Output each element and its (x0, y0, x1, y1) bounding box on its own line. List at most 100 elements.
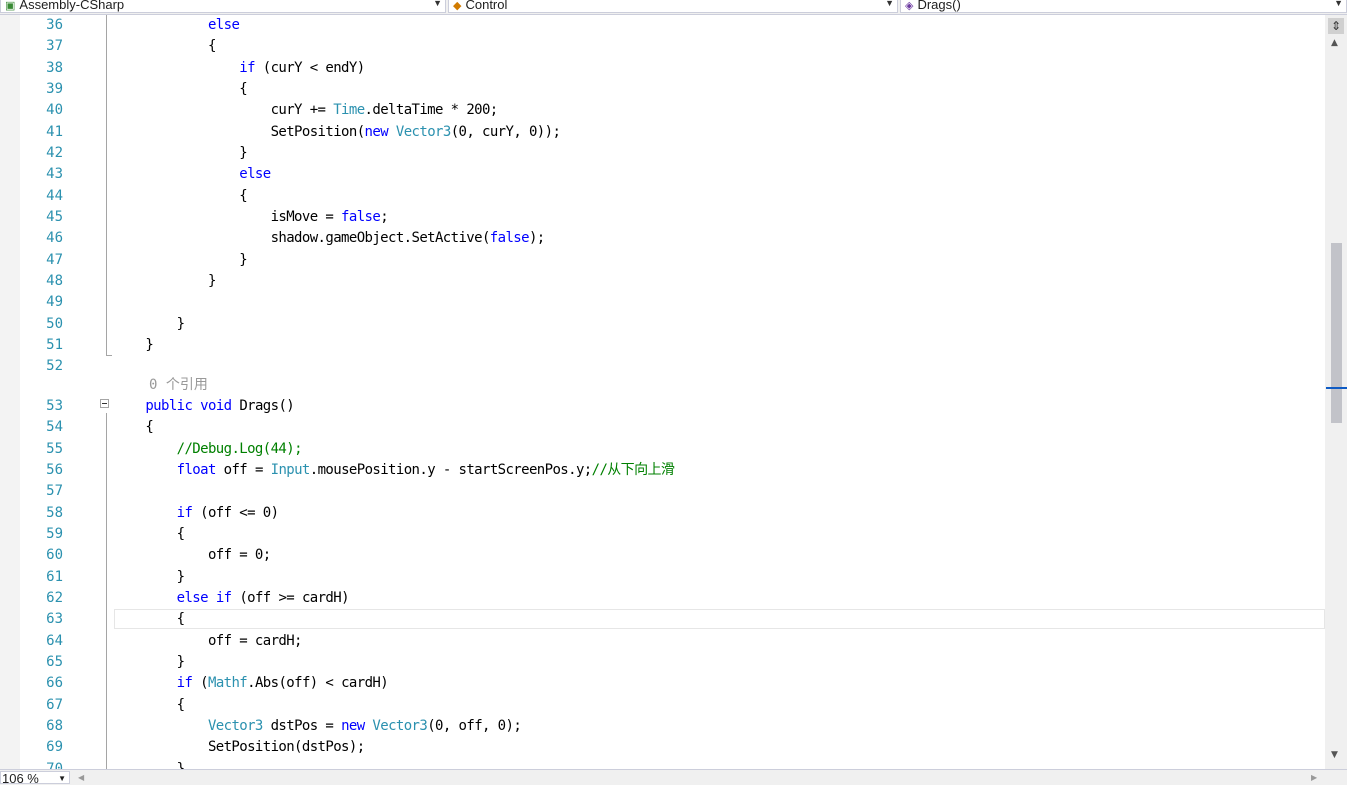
line-number: 52 (46, 358, 63, 375)
line-number: 37 (46, 38, 63, 55)
line-number: 49 (46, 294, 63, 311)
code-line[interactable]: 61 } (0, 567, 1325, 588)
code-token: false (489, 230, 530, 247)
code-line[interactable]: 70 } (0, 759, 1325, 769)
member-dropdown[interactable]: ◈ Drags() ▼ (900, 0, 1347, 13)
code-line[interactable]: 58 if (off <= 0) (0, 503, 1325, 524)
codelens-references[interactable]: 0 个引用 (149, 375, 208, 396)
code-line[interactable]: 62 else if (off >= cardH) (0, 588, 1325, 609)
line-number: 66 (46, 675, 63, 692)
scroll-down-icon[interactable]: ▼ (1331, 750, 1338, 760)
line-number: 55 (46, 440, 63, 457)
code-token: dstPos = (262, 717, 342, 734)
code-line[interactable]: 49 (0, 292, 1325, 313)
code-token: } (114, 272, 216, 289)
line-number: 68 (46, 717, 63, 734)
code-line[interactable]: 48 } (0, 271, 1325, 292)
code-text: curY += Time.deltaTime * 200; (114, 100, 499, 121)
code-token: } (114, 760, 185, 769)
code-line[interactable]: 57 (0, 481, 1325, 502)
code-token: (off <= 0) (192, 504, 279, 521)
code-text: { (114, 36, 216, 57)
code-line[interactable]: 38 if (curY < endY) (0, 58, 1325, 79)
code-line[interactable]: 52 (0, 356, 1325, 377)
line-number: 56 (46, 461, 63, 478)
scroll-left-icon[interactable]: ◀ (78, 773, 84, 782)
line-number: 69 (46, 739, 63, 756)
code-token: SetPosition(dstPos); (114, 739, 365, 756)
code-text: } (114, 271, 216, 292)
code-line[interactable]: 63 { (0, 609, 1325, 630)
code-token: void (200, 398, 232, 414)
code-line[interactable]: 56 float off = Input.mousePosition.y - s… (0, 460, 1325, 481)
code-text: off = 0; (114, 545, 271, 566)
code-line[interactable]: 66 if (Mathf.Abs(off) < cardH) (0, 673, 1325, 694)
line-number: 63 (46, 611, 63, 628)
code-line[interactable]: 45 isMove = false; (0, 207, 1325, 228)
scroll-right-icon[interactable]: ▶ (1311, 773, 1317, 782)
code-text: if (Mathf.Abs(off) < cardH) (114, 673, 389, 694)
code-line[interactable]: 43 else (0, 164, 1325, 185)
code-line[interactable]: 37 { (0, 36, 1325, 57)
project-dropdown[interactable]: ▣ Assembly-CSharp ▼ (0, 0, 446, 13)
code-token: //Debug.Log(44); (176, 440, 303, 457)
code-line[interactable]: 51 } (0, 335, 1325, 356)
chevron-down-icon: ▼ (1334, 0, 1343, 8)
line-number: 36 (46, 17, 63, 33)
method-icon: ◈ (905, 0, 914, 12)
line-number: 51 (46, 336, 63, 353)
code-line[interactable]: 39 { (0, 79, 1325, 100)
code-token: (0, off, 0); (427, 717, 522, 734)
code-text: SetPosition(dstPos); (114, 737, 365, 758)
code-token: off = cardH; (114, 632, 303, 649)
scrollbar-thumb[interactable] (1331, 243, 1342, 423)
code-token: } (114, 315, 185, 332)
line-number: 61 (46, 568, 63, 585)
code-token: else (239, 166, 271, 183)
code-line[interactable]: 60 off = 0; (0, 545, 1325, 566)
code-line[interactable]: 68 Vector3 dstPos = new Vector3(0, off, … (0, 716, 1325, 737)
code-line[interactable]: 36 else (0, 15, 1325, 36)
code-line[interactable]: 46 shadow.gameObject.SetActive(false); (0, 228, 1325, 249)
code-token: (curY < endY) (254, 59, 365, 76)
code-token: Input (270, 461, 311, 478)
class-dropdown[interactable]: ◆ Control ▼ (448, 0, 898, 13)
code-line[interactable]: 53 public void Drags() (0, 396, 1325, 417)
code-text: if (curY < endY) (114, 58, 365, 79)
code-line[interactable]: 40 curY += Time.deltaTime * 200; (0, 100, 1325, 121)
code-line[interactable]: 50 } (0, 314, 1325, 335)
code-text: { (114, 609, 185, 630)
code-token: } (114, 336, 154, 353)
code-token: Vector3 (395, 123, 451, 140)
code-token: (0, curY, 0)); (450, 123, 561, 140)
code-line[interactable]: 42 } (0, 143, 1325, 164)
code-text: { (114, 695, 185, 716)
code-line[interactable]: 44 { (0, 186, 1325, 207)
scroll-up-icon[interactable]: ▲ (1331, 38, 1338, 48)
line-number: 50 (46, 315, 63, 332)
code-token: if (176, 504, 193, 521)
code-line[interactable]: 59 { (0, 524, 1325, 545)
horizontal-scrollbar[interactable] (0, 769, 1347, 785)
code-line[interactable]: 55 //Debug.Log(44); (0, 439, 1325, 460)
code-line[interactable]: 69 SetPosition(dstPos); (0, 737, 1325, 758)
zoom-dropdown[interactable]: 106 % ▼ (0, 771, 70, 784)
code-line[interactable]: 65 } (0, 652, 1325, 673)
code-editor[interactable]: 0 个引用 36 else 37 {38 if (curY < endY) 39 {… (0, 15, 1325, 769)
code-line[interactable]: 64 off = cardH; (0, 631, 1325, 652)
code-text: } (114, 335, 153, 356)
code-text: off = cardH; (114, 631, 303, 652)
code-token: false (341, 208, 381, 225)
code-line[interactable]: 67 { (0, 695, 1325, 716)
code-token: { (114, 187, 248, 204)
code-line[interactable]: 47 } (0, 250, 1325, 271)
split-window-icon[interactable]: ⇕ (1328, 18, 1344, 34)
code-token: } (114, 653, 185, 670)
line-number: 39 (46, 80, 63, 97)
code-line[interactable]: 54 { (0, 417, 1325, 438)
line-number: 46 (46, 230, 63, 247)
code-line[interactable]: 41 SetPosition(new Vector3(0, curY, 0)); (0, 122, 1325, 143)
